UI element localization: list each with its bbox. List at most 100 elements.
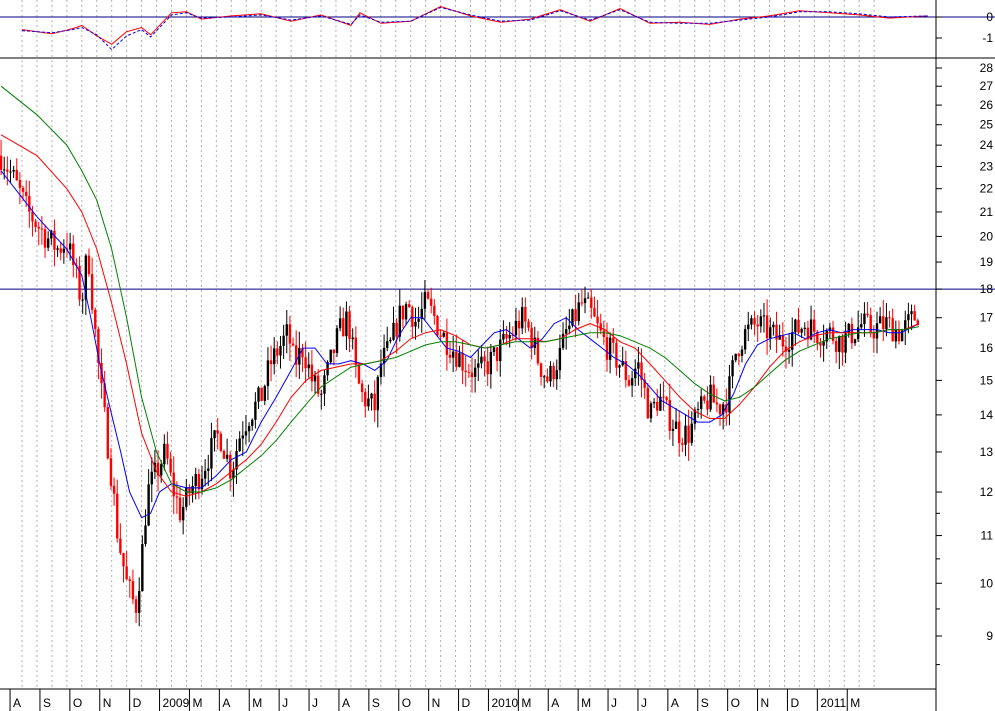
candle-body (122, 552, 125, 567)
candle-body (181, 506, 185, 521)
x-tick-label: O (73, 696, 82, 710)
x-tick-label: S (701, 696, 709, 710)
price-tick-label: 26 (980, 98, 994, 112)
x-tick-label: N (103, 696, 112, 710)
candle-body (382, 347, 386, 364)
candle-body (273, 348, 276, 365)
candle-body (386, 341, 389, 348)
candle-body (580, 302, 584, 304)
candle-body (12, 169, 15, 172)
candle-body (244, 431, 248, 436)
candle-body (612, 337, 615, 343)
candle-body (185, 487, 188, 507)
candle-body (872, 332, 876, 339)
candle-body (813, 319, 816, 332)
x-tick-label: N (761, 696, 770, 710)
candle-body (112, 485, 116, 494)
candle-body (320, 393, 323, 395)
x-tick-label: J (641, 696, 647, 710)
candle-body (756, 324, 759, 327)
x-tick-label: D (790, 696, 799, 710)
candle-body (9, 171, 12, 173)
price-tick-label: 19 (980, 255, 994, 269)
candle-body (310, 364, 314, 382)
candle-body (109, 458, 113, 486)
candle-body (266, 360, 270, 387)
candle-body (637, 362, 640, 369)
candle-body (521, 307, 524, 329)
x-tick-label: 2011 (820, 696, 846, 710)
candle-body (291, 343, 295, 346)
candle-body (241, 435, 245, 439)
candle-body (878, 316, 882, 324)
candle-body (3, 169, 6, 171)
candle-body (269, 360, 273, 365)
x-tick-label: A (671, 696, 679, 710)
price-tick-label: 23 (980, 159, 994, 173)
candle-body (166, 443, 169, 459)
candle-body (94, 309, 97, 329)
candle-body (866, 313, 869, 316)
candle-body (423, 292, 427, 309)
candle-body (28, 195, 31, 212)
candle-body (819, 342, 822, 346)
candle-body (436, 315, 439, 336)
candle-body (433, 305, 436, 316)
candle-body (489, 351, 493, 375)
candle-body (376, 376, 380, 411)
osc-tick-label: -1 (982, 31, 993, 45)
candle-body (671, 428, 675, 431)
candle-body (558, 347, 562, 371)
candle-body (524, 307, 527, 322)
candle-body (56, 248, 59, 250)
candle-body (630, 378, 634, 386)
candle-body (750, 318, 753, 325)
candle-body (797, 319, 800, 333)
candle-body (461, 353, 464, 371)
candle-body (411, 307, 414, 327)
candle-body (87, 255, 91, 275)
candle-body (426, 292, 430, 299)
candle-body (800, 328, 803, 333)
candle-body (781, 335, 785, 347)
candle-body (448, 354, 452, 358)
candle-body (254, 401, 257, 420)
candle-body (354, 337, 358, 365)
candle-body (706, 400, 709, 410)
candle-body (772, 324, 775, 328)
candle-body (247, 425, 251, 432)
candle-body (568, 325, 571, 330)
candle-body (263, 386, 266, 401)
candle-body (216, 430, 219, 434)
price-tick-label: 15 (980, 373, 994, 387)
candle-body (282, 335, 285, 346)
candle-body (119, 538, 122, 553)
candle-body (552, 365, 555, 380)
candle-body (678, 421, 681, 444)
candle-body (307, 364, 310, 369)
x-tick-label: M (581, 696, 591, 710)
candle-body (442, 332, 445, 337)
candle-body (34, 221, 37, 227)
candle-body (21, 187, 25, 192)
candle-body (345, 311, 348, 337)
candle-body (546, 376, 549, 382)
candle-body (486, 361, 489, 375)
candle-body (718, 404, 722, 415)
candle-body (690, 423, 693, 443)
price-tick-label: 11 (981, 529, 994, 543)
candle-body (834, 340, 838, 352)
candle-body (615, 342, 618, 368)
candle-body (910, 311, 913, 315)
candle-body (728, 376, 731, 413)
candle-body (332, 349, 336, 354)
candle-body (116, 493, 119, 539)
candle-body (43, 229, 47, 248)
candle-body (555, 370, 558, 380)
candle-body (605, 337, 609, 360)
price-tick-label: 18 (980, 282, 994, 296)
candle-body (417, 318, 420, 322)
candle-body (213, 430, 216, 439)
candle-body (627, 380, 631, 386)
candle-body (6, 169, 9, 172)
